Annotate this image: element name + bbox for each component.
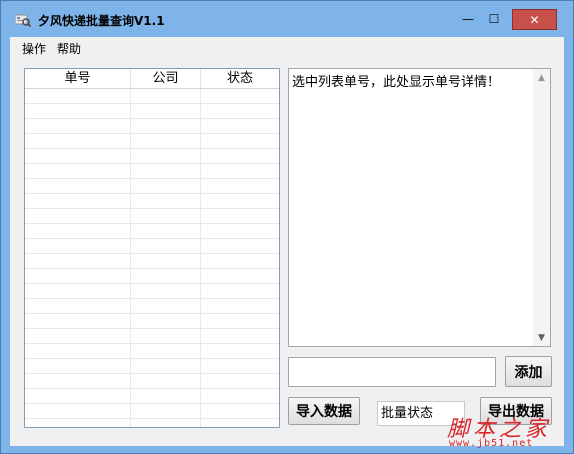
client-area: 操作 帮助 单号 公司 状态 选中列表单号，此处显示单号详情！ ▲ ▼ 添加 导…	[10, 37, 564, 446]
scroll-down-icon[interactable]: ▼	[533, 329, 550, 346]
list-empty-row	[25, 344, 279, 359]
list-empty-row	[25, 404, 279, 419]
list-empty-row	[25, 149, 279, 164]
list-empty-row	[25, 269, 279, 284]
list-empty-row	[25, 314, 279, 329]
close-button[interactable]: ✕	[512, 9, 557, 30]
title-bar[interactable]: 夕风快递批量查询V1.1 — ☐ ✕	[1, 1, 573, 37]
list-empty-row	[25, 359, 279, 374]
detail-textarea[interactable]: 选中列表单号，此处显示单号详情！ ▲ ▼	[288, 68, 551, 347]
close-icon: ✕	[529, 12, 540, 27]
menu-bar: 操作 帮助	[10, 37, 564, 57]
list-empty-row	[25, 224, 279, 239]
watermark: 脚本之家 www.jb51.net	[447, 411, 571, 451]
list-empty-row	[25, 284, 279, 299]
column-header-status[interactable]: 状态	[201, 69, 279, 88]
add-button[interactable]: 添加	[505, 356, 552, 387]
minimize-icon: —	[462, 12, 474, 26]
list-empty-row	[25, 134, 279, 149]
tracking-number-input[interactable]	[288, 357, 496, 387]
column-divider	[200, 89, 201, 427]
list-header: 单号 公司 状态	[25, 69, 279, 89]
list-empty-row	[25, 209, 279, 224]
import-data-button[interactable]: 导入数据	[288, 397, 360, 425]
list-empty-row	[25, 194, 279, 209]
list-empty-row	[25, 389, 279, 404]
app-window: 夕风快递批量查询V1.1 — ☐ ✕ 操作 帮助 单号 公司 状态 选中列表单号…	[0, 0, 574, 454]
tracking-list[interactable]: 单号 公司 状态	[24, 68, 280, 428]
list-empty-row	[25, 374, 279, 389]
list-empty-row	[25, 239, 279, 254]
list-empty-row	[25, 119, 279, 134]
column-divider	[130, 89, 131, 427]
maximize-button[interactable]: ☐	[481, 9, 507, 29]
list-empty-row	[25, 104, 279, 119]
minimize-button[interactable]: —	[455, 9, 481, 29]
list-empty-row	[25, 254, 279, 269]
list-empty-row	[25, 329, 279, 344]
list-empty-row	[25, 299, 279, 314]
detail-text: 选中列表单号，此处显示单号详情！	[292, 75, 501, 90]
watermark-url: www.jb51.net	[449, 438, 534, 449]
list-body	[25, 89, 279, 427]
magnifier-icon	[14, 13, 32, 28]
menu-operate[interactable]: 操作	[22, 40, 46, 57]
list-empty-row	[25, 164, 279, 179]
menu-help[interactable]: 帮助	[57, 40, 81, 57]
column-header-number[interactable]: 单号	[25, 69, 131, 88]
detail-scrollbar[interactable]: ▲ ▼	[533, 69, 550, 346]
column-header-company[interactable]: 公司	[131, 69, 201, 88]
window-title: 夕风快递批量查询V1.1	[38, 14, 165, 28]
scroll-up-icon[interactable]: ▲	[533, 69, 550, 86]
maximize-icon: ☐	[488, 12, 500, 26]
list-empty-row	[25, 89, 279, 104]
list-empty-row	[25, 179, 279, 194]
